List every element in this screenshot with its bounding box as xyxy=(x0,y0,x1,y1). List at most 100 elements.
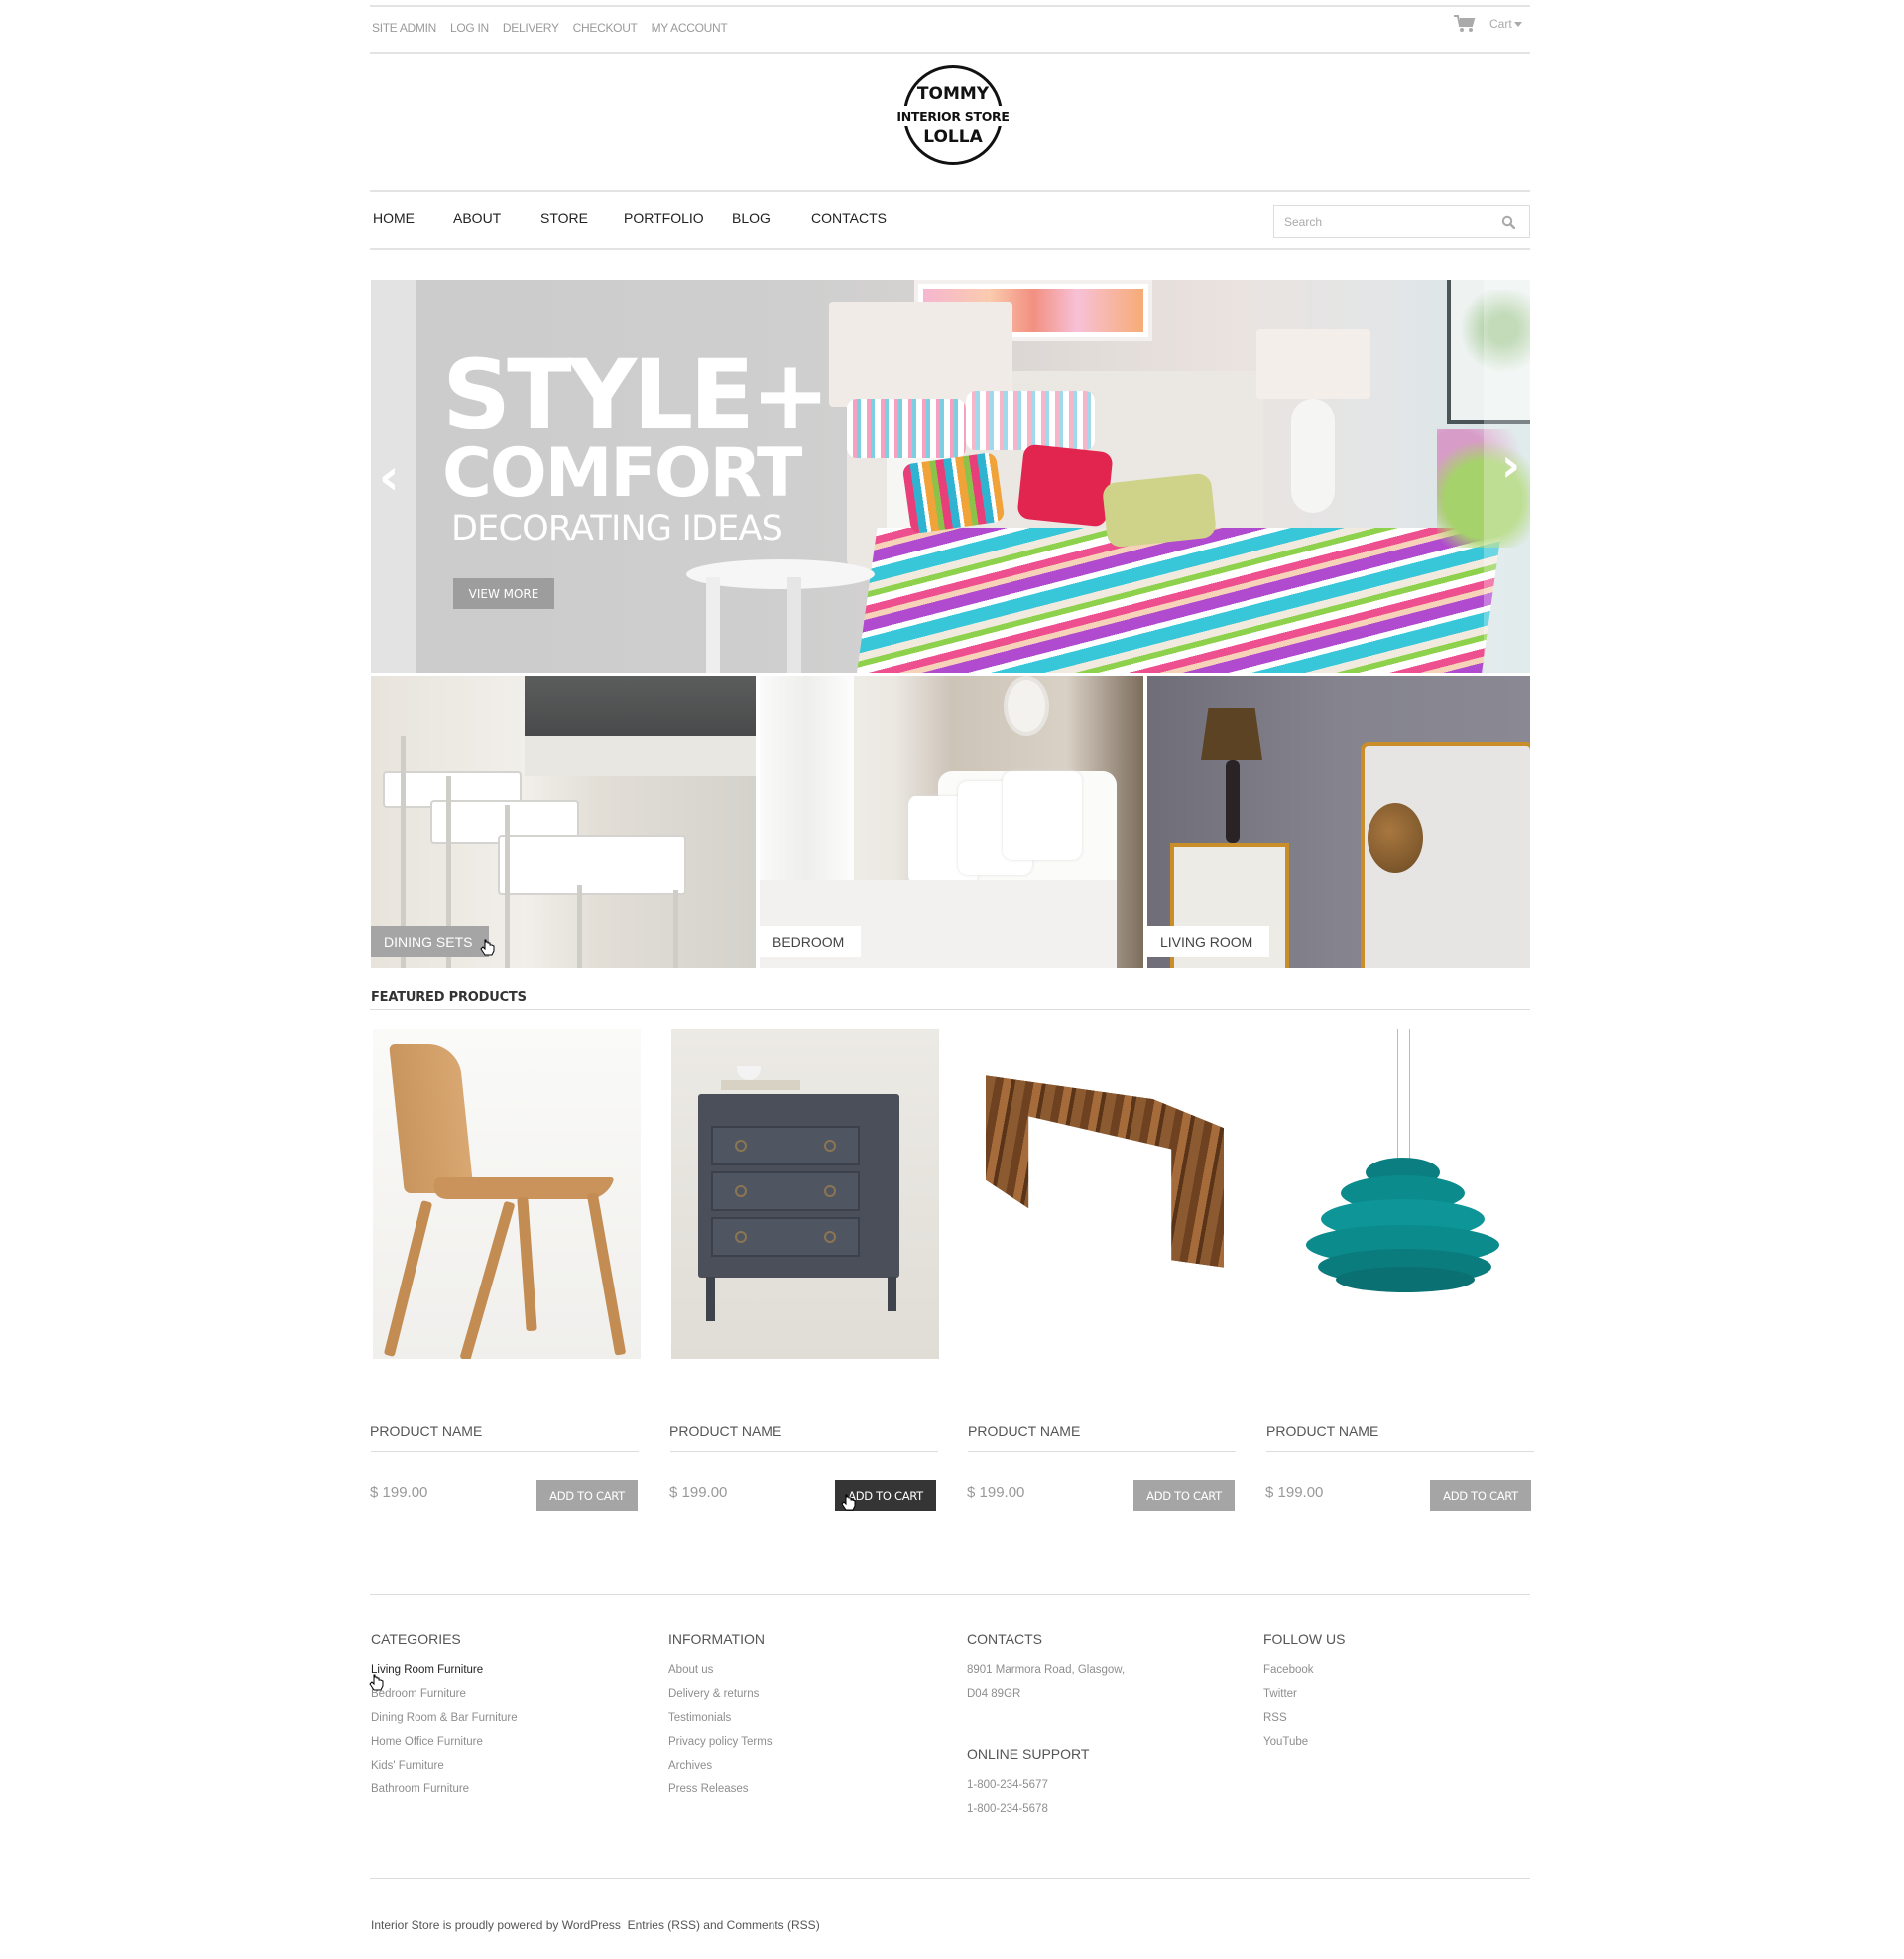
nav-blog[interactable]: BLOG xyxy=(732,210,771,226)
footer-info-link[interactable]: Testimonials xyxy=(668,1706,773,1730)
nav-contacts[interactable]: CONTACTS xyxy=(811,210,887,226)
lamp-base-right xyxy=(1291,399,1335,513)
add-to-cart-button[interactable]: ADD TO CART xyxy=(536,1480,638,1511)
search-input[interactable] xyxy=(1274,206,1483,237)
rss-link[interactable]: RSS xyxy=(1263,1706,1345,1730)
product-divider xyxy=(1266,1451,1534,1452)
knob xyxy=(824,1185,836,1197)
facebook-link[interactable]: Facebook xyxy=(1263,1658,1345,1682)
bottom-divider xyxy=(370,1878,1530,1879)
product-image-dresser[interactable] xyxy=(671,1029,939,1359)
lamp-band xyxy=(1336,1267,1475,1292)
footer-information-heading: INFORMATION xyxy=(668,1631,765,1647)
pillow xyxy=(966,391,1095,450)
copyright-and: and xyxy=(703,1918,724,1932)
caret-down-icon xyxy=(1513,22,1522,28)
chair-leg xyxy=(383,1200,433,1357)
youtube-link[interactable]: YouTube xyxy=(1263,1730,1345,1754)
cart-dropdown[interactable]: Cart xyxy=(1454,15,1522,33)
counter-top xyxy=(525,736,756,776)
comments-rss-link[interactable]: Comments (RSS) xyxy=(727,1918,820,1932)
stool-leg xyxy=(673,890,678,968)
cushion xyxy=(1368,803,1423,873)
store-logo[interactable]: TOMMY INTERIOR STORE LOLLA xyxy=(896,65,1010,165)
footer-info-link[interactable]: About us xyxy=(668,1658,773,1682)
add-to-cart-button[interactable]: ADD TO CART xyxy=(1430,1480,1531,1511)
top-bar-divider xyxy=(370,52,1530,54)
product-price: $ 199.00 xyxy=(1265,1484,1324,1501)
pendant-lamp xyxy=(1306,1158,1499,1301)
category-tile-living-room[interactable]: LIVING ROOM xyxy=(1147,676,1530,968)
footer-category-link[interactable]: Bathroom Furniture xyxy=(371,1777,518,1801)
product-divider xyxy=(371,1451,639,1452)
product-name[interactable]: PRODUCT NAME xyxy=(370,1423,482,1439)
knob xyxy=(824,1231,836,1243)
knob xyxy=(735,1140,747,1152)
my-account-link[interactable]: MY ACCOUNT xyxy=(652,21,728,35)
category-tile-dining-sets[interactable]: DINING SETS xyxy=(371,676,756,968)
checkout-link[interactable]: CHECKOUT xyxy=(573,21,638,35)
support-phone: 1-800-234-5677 xyxy=(967,1779,1048,1791)
product-image-chair[interactable] xyxy=(373,1029,641,1359)
product-price: $ 199.00 xyxy=(669,1484,728,1501)
footer-divider xyxy=(370,1594,1530,1595)
nav-store[interactable]: STORE xyxy=(540,210,588,226)
pillow xyxy=(1003,771,1082,860)
twitter-link[interactable]: Twitter xyxy=(1263,1682,1345,1706)
footer-info-link[interactable]: Delivery & returns xyxy=(668,1682,773,1706)
search-icon[interactable] xyxy=(1501,215,1515,229)
pillow xyxy=(901,451,1006,535)
footer-category-link[interactable]: Bedroom Furniture xyxy=(371,1682,518,1706)
view-more-button[interactable]: VIEW MORE xyxy=(453,578,554,609)
drawer xyxy=(711,1171,860,1211)
stool-leg xyxy=(577,885,582,968)
dresser-leg xyxy=(706,1277,715,1321)
footer-info-link[interactable]: Archives xyxy=(668,1754,773,1777)
address-line-1: 8901 Marmora Road, Glasgow, xyxy=(967,1664,1126,1676)
bowl xyxy=(737,1066,761,1080)
slide-headline-1: STYLE+ xyxy=(442,339,830,450)
footer-category-link[interactable]: Kids' Furniture xyxy=(371,1754,518,1777)
footer-follow-heading: FOLLOW US xyxy=(1263,1631,1346,1647)
wordpress-link[interactable]: WordPress xyxy=(562,1918,621,1932)
logo-band: INTERIOR STORE xyxy=(896,106,1010,126)
nav-portfolio[interactable]: PORTFOLIO xyxy=(624,210,704,226)
footer-info-link[interactable]: Press Releases xyxy=(668,1777,773,1801)
cart-text: Cart xyxy=(1489,17,1512,31)
wood-table xyxy=(986,1075,1224,1268)
nav-top-divider xyxy=(370,190,1530,192)
delivery-link[interactable]: DELIVERY xyxy=(503,21,559,35)
product-divider xyxy=(670,1451,938,1452)
product-image-lamp[interactable] xyxy=(1268,1029,1536,1359)
footer-category-link[interactable]: Home Office Furniture xyxy=(371,1730,518,1754)
lamp-shade xyxy=(1201,708,1262,760)
chair-leg xyxy=(517,1196,537,1332)
chevron-left-icon[interactable]: ‹ xyxy=(379,448,400,506)
footer-contacts-heading: CONTACTS xyxy=(967,1631,1042,1647)
site-admin-link[interactable]: SITE ADMIN xyxy=(372,21,436,35)
shopping-cart-icon xyxy=(1454,15,1476,32)
footer-category-link[interactable]: Living Room Furniture xyxy=(371,1658,518,1682)
mirror xyxy=(1004,676,1049,736)
nav-home[interactable]: HOME xyxy=(373,210,415,226)
product-image-table[interactable] xyxy=(970,1029,1238,1359)
top-links: SITE ADMIN LOG IN DELIVERY CHECKOUT MY A… xyxy=(372,21,728,35)
pillow xyxy=(847,399,966,458)
chevron-right-icon[interactable]: › xyxy=(1501,438,1520,492)
nav-about[interactable]: ABOUT xyxy=(453,210,501,226)
add-to-cart-button[interactable]: ADD TO CART xyxy=(1133,1480,1235,1511)
product-name[interactable]: PRODUCT NAME xyxy=(1266,1423,1378,1439)
entries-rss-link[interactable]: Entries (RSS) xyxy=(628,1918,700,1932)
footer-info-link[interactable]: Privacy policy Terms xyxy=(668,1730,773,1754)
category-tile-bedroom[interactable]: BEDROOM xyxy=(760,676,1143,968)
featured-divider xyxy=(370,1009,1530,1010)
footer-category-link[interactable]: Dining Room & Bar Furniture xyxy=(371,1706,518,1730)
drawer xyxy=(711,1126,860,1165)
log-in-link[interactable]: LOG IN xyxy=(450,21,489,35)
product-name[interactable]: PRODUCT NAME xyxy=(968,1423,1080,1439)
product-name[interactable]: PRODUCT NAME xyxy=(669,1423,781,1439)
chair-leg xyxy=(459,1200,516,1359)
copyright-text: Interior Store is proudly powered by xyxy=(371,1918,559,1932)
lamp-cord xyxy=(1409,1029,1410,1163)
hand-cursor-icon xyxy=(841,1494,856,1511)
